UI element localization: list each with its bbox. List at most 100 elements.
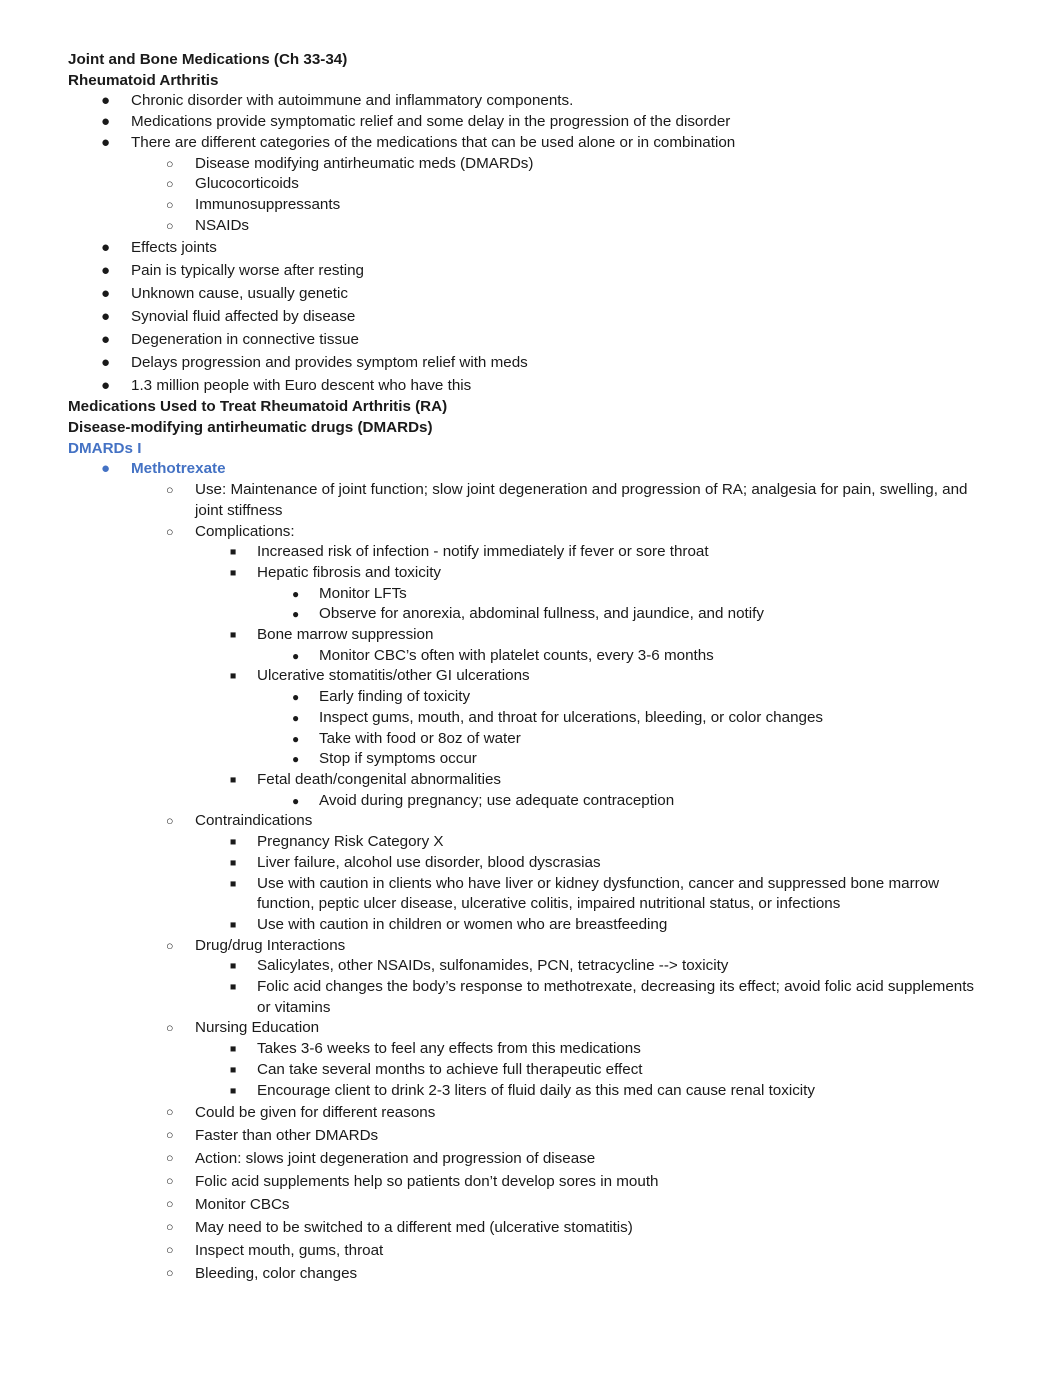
list-item-label: Glucocorticoids bbox=[195, 175, 299, 193]
list-item-label: Faster than other DMARDs bbox=[195, 1127, 379, 1145]
list-item: ● Monitor CBC’s often with platelet coun… bbox=[68, 646, 982, 667]
page-title: Joint and Bone Medications (Ch 33-34) bbox=[68, 51, 348, 68]
list-item-label: Complications: bbox=[195, 522, 295, 540]
list-item: ● Chronic disorder with autoimmune and i… bbox=[68, 91, 982, 112]
list-item-nursing-education: ○ Nursing Education bbox=[68, 1018, 982, 1039]
list-item-label: Medications provide symptomatic relief a… bbox=[131, 113, 731, 131]
circle-bullet-icon: ○ bbox=[166, 197, 174, 212]
list-item: ■ Use with caution in clients who have l… bbox=[68, 874, 982, 915]
list-item: ○ Bleeding, color changes bbox=[68, 1262, 982, 1285]
list-item-label: Hepatic fibrosis and toxicity bbox=[257, 563, 442, 581]
list-item-label: Action: slows joint degeneration and pro… bbox=[195, 1150, 596, 1168]
small-disc-bullet-icon: ● bbox=[292, 710, 300, 725]
list-item: ● Observe for anorexia, abdominal fullne… bbox=[68, 604, 982, 625]
list-item-label: Nursing Education bbox=[195, 1019, 320, 1037]
small-disc-bullet-icon: ● bbox=[292, 586, 300, 601]
circle-bullet-icon: ○ bbox=[166, 524, 174, 539]
list-item-methotrexate: ● Methotrexate bbox=[68, 459, 982, 480]
list-item: ■ Folic acid changes the body’s response… bbox=[68, 977, 982, 1018]
disc-bullet-icon: ● bbox=[101, 354, 111, 372]
circle-bullet-icon: ○ bbox=[166, 814, 174, 829]
square-bullet-icon: ■ bbox=[230, 546, 237, 559]
disc-bullet-icon: ● bbox=[101, 331, 111, 349]
list-item-label: Pregnancy Risk Category X bbox=[257, 833, 444, 851]
list-item-contraindications: ○ Contraindications bbox=[68, 811, 982, 832]
square-bullet-icon: ■ bbox=[230, 877, 237, 890]
list-item-label: Contraindications bbox=[195, 812, 313, 830]
section-heading-dmards: Disease-modifying antirheumatic drugs (D… bbox=[68, 419, 433, 437]
square-bullet-icon: ■ bbox=[230, 1043, 237, 1056]
list-item: ● Medications provide symptomatic relief… bbox=[68, 112, 982, 133]
circle-bullet-icon: ○ bbox=[166, 156, 174, 171]
disc-bullet-icon: ● bbox=[101, 377, 111, 395]
list-item-label: Fetal death/congenital abnormalities bbox=[257, 770, 501, 788]
circle-bullet-icon: ○ bbox=[166, 177, 174, 192]
disc-bullet-icon: ● bbox=[101, 92, 111, 110]
circle-bullet-icon: ○ bbox=[166, 1174, 174, 1189]
list-item: ● 1.3 million people with Euro descent w… bbox=[68, 374, 982, 397]
list-item-label: Degeneration in connective tissue bbox=[131, 331, 359, 349]
square-bullet-icon: ■ bbox=[230, 1063, 237, 1076]
list-item-label: Early finding of toxicity bbox=[319, 688, 471, 706]
square-bullet-icon: ■ bbox=[230, 629, 237, 642]
circle-bullet-icon: ○ bbox=[166, 218, 174, 233]
list-item-label: Increased risk of infection - notify imm… bbox=[257, 543, 709, 561]
list-item-label: Use with caution in children or women wh… bbox=[257, 915, 668, 933]
circle-bullet-icon: ○ bbox=[166, 1128, 174, 1143]
list-item-label: Monitor CBCs bbox=[195, 1196, 290, 1214]
circle-bullet-icon: ○ bbox=[166, 1105, 174, 1120]
small-disc-bullet-icon: ● bbox=[292, 607, 300, 622]
disc-bullet-icon: ● bbox=[101, 285, 111, 303]
list-item: ○ Folic acid supplements help so patient… bbox=[68, 1170, 982, 1193]
list-item-drug-interactions: ○ Drug/drug Interactions bbox=[68, 936, 982, 957]
circle-bullet-icon: ○ bbox=[166, 1266, 174, 1281]
section-heading-dmards-i: DMARDs I bbox=[68, 439, 142, 457]
list-item-label: Salicylates, other NSAIDs, sulfonamides,… bbox=[257, 957, 729, 975]
list-item-label: Takes 3-6 weeks to feel any effects from… bbox=[257, 1040, 641, 1058]
section-heading-rheumatoid-arthritis: Rheumatoid Arthritis bbox=[68, 71, 219, 89]
list-item-label: Could be given for different reasons bbox=[195, 1104, 436, 1122]
square-bullet-icon: ■ bbox=[230, 1084, 237, 1097]
list-item: ○ May need to be switched to a different… bbox=[68, 1216, 982, 1239]
list-item-label: Pain is typically worse after resting bbox=[131, 262, 364, 280]
circle-bullet-icon: ○ bbox=[166, 1243, 174, 1258]
list-item: ● Effects joints bbox=[68, 236, 982, 259]
list-item: ○ Action: slows joint degeneration and p… bbox=[68, 1147, 982, 1170]
list-item: ■ Can take several months to achieve ful… bbox=[68, 1060, 982, 1081]
disc-bullet-icon: ● bbox=[101, 460, 111, 478]
list-item-label: Encourage client to drink 2-3 liters of … bbox=[257, 1081, 815, 1099]
list-item-label: Folic acid changes the body’s response t… bbox=[257, 978, 975, 1016]
list-item: ■ Use with caution in children or women … bbox=[68, 915, 982, 936]
circle-bullet-icon: ○ bbox=[166, 1021, 174, 1036]
disc-bullet-icon: ● bbox=[101, 133, 111, 151]
section-heading-medications-used: Medications Used to Treat Rheumatoid Art… bbox=[68, 398, 448, 416]
list-item: ○ Monitor CBCs bbox=[68, 1193, 982, 1216]
list-item: ○ Glucocorticoids bbox=[68, 174, 982, 195]
list-item-label: Take with food or 8oz of water bbox=[319, 729, 521, 747]
list-item: ○ Inspect mouth, gums, throat bbox=[68, 1239, 982, 1262]
square-bullet-icon: ■ bbox=[230, 836, 237, 849]
list-item-label: Bleeding, color changes bbox=[195, 1265, 358, 1283]
circle-bullet-icon: ○ bbox=[166, 483, 174, 498]
list-item: ● Degeneration in connective tissue bbox=[68, 328, 982, 351]
circle-bullet-icon: ○ bbox=[166, 1151, 174, 1166]
list-item: ■ Increased risk of infection - notify i… bbox=[68, 542, 982, 563]
square-bullet-icon: ■ bbox=[230, 960, 237, 973]
list-item: ■ Takes 3-6 weeks to feel any effects fr… bbox=[68, 1039, 982, 1060]
list-item: ● Inspect gums, mouth, and throat for ul… bbox=[68, 708, 982, 729]
list-item: ■ Encourage client to drink 2-3 liters o… bbox=[68, 1081, 982, 1102]
square-bullet-icon: ■ bbox=[230, 773, 237, 786]
list-item: ○ Immunosuppressants bbox=[68, 195, 982, 216]
list-item: ● Unknown cause, usually genetic bbox=[68, 282, 982, 305]
square-bullet-icon: ■ bbox=[230, 566, 237, 579]
list-item-label: 1.3 million people with Euro descent who… bbox=[131, 377, 472, 395]
list-item: ● Delays progression and provides sympto… bbox=[68, 351, 982, 374]
list-item-label: Avoid during pregnancy; use adequate con… bbox=[319, 791, 675, 809]
list-item-label: Use: Maintenance of joint function; slow… bbox=[195, 481, 968, 519]
document-page: Joint and Bone Medications (Ch 33-34) Rh… bbox=[0, 0, 1062, 1377]
list-item-use: ○ Use: Maintenance of joint function; sl… bbox=[68, 480, 982, 521]
small-disc-bullet-icon: ● bbox=[292, 690, 300, 705]
small-disc-bullet-icon: ● bbox=[292, 793, 300, 808]
square-bullet-icon: ■ bbox=[230, 918, 237, 931]
list-item-label: Methotrexate bbox=[131, 460, 226, 478]
